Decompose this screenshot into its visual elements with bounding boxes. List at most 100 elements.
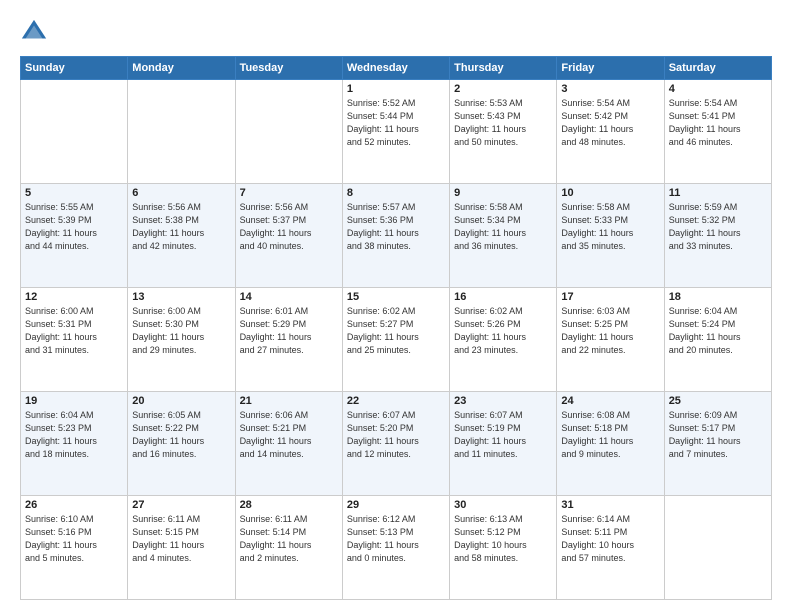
day-info: Sunrise: 6:06 AM Sunset: 5:21 PM Dayligh… xyxy=(240,409,338,461)
day-info: Sunrise: 6:10 AM Sunset: 5:16 PM Dayligh… xyxy=(25,513,123,565)
calendar-cell: 14 Sunrise: 6:01 AM Sunset: 5:29 PM Dayli… xyxy=(235,288,342,392)
calendar-cell: 3 Sunrise: 5:54 AM Sunset: 5:42 PM Daylig… xyxy=(557,80,664,184)
calendar-cell: 6 Sunrise: 5:56 AM Sunset: 5:38 PM Daylig… xyxy=(128,184,235,288)
day-info: Sunrise: 6:04 AM Sunset: 5:23 PM Dayligh… xyxy=(25,409,123,461)
weekday-header-sunday: Sunday xyxy=(21,57,128,80)
day-info: Sunrise: 5:58 AM Sunset: 5:34 PM Dayligh… xyxy=(454,201,552,253)
calendar-week-row: 12 Sunrise: 6:00 AM Sunset: 5:31 PM Dayli… xyxy=(21,288,772,392)
day-number: 2 xyxy=(454,83,552,95)
day-number: 3 xyxy=(561,83,659,95)
day-number: 17 xyxy=(561,291,659,303)
day-info: Sunrise: 5:54 AM Sunset: 5:42 PM Dayligh… xyxy=(561,97,659,149)
page: SundayMondayTuesdayWednesdayThursdayFrid… xyxy=(0,0,792,612)
calendar-cell: 31 Sunrise: 6:14 AM Sunset: 5:11 PM Dayli… xyxy=(557,496,664,600)
header xyxy=(20,18,772,46)
day-info: Sunrise: 6:00 AM Sunset: 5:31 PM Dayligh… xyxy=(25,305,123,357)
day-info: Sunrise: 6:11 AM Sunset: 5:15 PM Dayligh… xyxy=(132,513,230,565)
day-info: Sunrise: 5:57 AM Sunset: 5:36 PM Dayligh… xyxy=(347,201,445,253)
day-number: 8 xyxy=(347,187,445,199)
logo-icon xyxy=(20,18,48,46)
calendar-cell: 17 Sunrise: 6:03 AM Sunset: 5:25 PM Dayli… xyxy=(557,288,664,392)
calendar-cell xyxy=(21,80,128,184)
calendar-cell: 20Sunrise: 6:05 AM Sunset: 5:22 PM Dayli… xyxy=(128,392,235,496)
day-info: Sunrise: 5:56 AM Sunset: 5:37 PM Dayligh… xyxy=(240,201,338,253)
weekday-header-tuesday: Tuesday xyxy=(235,57,342,80)
calendar-cell: 1 Sunrise: 5:52 AM Sunset: 5:44 PM Daylig… xyxy=(342,80,449,184)
calendar-cell: 5Sunrise: 5:55 AM Sunset: 5:39 PM Daylig… xyxy=(21,184,128,288)
day-info: Sunrise: 5:56 AM Sunset: 5:38 PM Dayligh… xyxy=(132,201,230,253)
calendar-cell: 8 Sunrise: 5:57 AM Sunset: 5:36 PM Daylig… xyxy=(342,184,449,288)
calendar-cell: 18 Sunrise: 6:04 AM Sunset: 5:24 PM Dayli… xyxy=(664,288,771,392)
calendar-cell: 23 Sunrise: 6:07 AM Sunset: 5:19 PM Dayli… xyxy=(450,392,557,496)
day-info: Sunrise: 6:13 AM Sunset: 5:12 PM Dayligh… xyxy=(454,513,552,565)
calendar-cell: 25Sunrise: 6:09 AM Sunset: 5:17 PM Dayli… xyxy=(664,392,771,496)
calendar-cell: 27 Sunrise: 6:11 AM Sunset: 5:15 PM Dayli… xyxy=(128,496,235,600)
weekday-header-friday: Friday xyxy=(557,57,664,80)
day-number: 14 xyxy=(240,291,338,303)
day-number: 30 xyxy=(454,499,552,511)
day-info: Sunrise: 5:59 AM Sunset: 5:32 PM Dayligh… xyxy=(669,201,767,253)
calendar-cell xyxy=(664,496,771,600)
day-number: 4 xyxy=(669,83,767,95)
calendar-cell xyxy=(235,80,342,184)
day-info: Sunrise: 6:07 AM Sunset: 5:20 PM Dayligh… xyxy=(347,409,445,461)
calendar-cell: 21 Sunrise: 6:06 AM Sunset: 5:21 PM Dayli… xyxy=(235,392,342,496)
calendar-cell: 28Sunrise: 6:11 AM Sunset: 5:14 PM Dayli… xyxy=(235,496,342,600)
calendar-cell: 19 Sunrise: 6:04 AM Sunset: 5:23 PM Dayli… xyxy=(21,392,128,496)
day-number: 7 xyxy=(240,187,338,199)
day-number: 12 xyxy=(25,291,123,303)
day-number: 26 xyxy=(25,499,123,511)
calendar-cell xyxy=(128,80,235,184)
day-info: Sunrise: 6:07 AM Sunset: 5:19 PM Dayligh… xyxy=(454,409,552,461)
calendar-cell: 12 Sunrise: 6:00 AM Sunset: 5:31 PM Dayli… xyxy=(21,288,128,392)
calendar-table: SundayMondayTuesdayWednesdayThursdayFrid… xyxy=(20,56,772,600)
day-info: Sunrise: 5:55 AM Sunset: 5:39 PM Dayligh… xyxy=(25,201,123,253)
day-number: 31 xyxy=(561,499,659,511)
calendar-cell: 15Sunrise: 6:02 AM Sunset: 5:27 PM Dayli… xyxy=(342,288,449,392)
calendar-cell: 4Sunrise: 5:54 AM Sunset: 5:41 PM Daylig… xyxy=(664,80,771,184)
calendar-cell: 7 Sunrise: 5:56 AM Sunset: 5:37 PM Daylig… xyxy=(235,184,342,288)
day-info: Sunrise: 6:01 AM Sunset: 5:29 PM Dayligh… xyxy=(240,305,338,357)
day-number: 13 xyxy=(132,291,230,303)
day-number: 11 xyxy=(669,187,767,199)
day-number: 16 xyxy=(454,291,552,303)
calendar-cell: 30 Sunrise: 6:13 AM Sunset: 5:12 PM Dayli… xyxy=(450,496,557,600)
day-number: 6 xyxy=(132,187,230,199)
calendar-cell: 13 Sunrise: 6:00 AM Sunset: 5:30 PM Dayli… xyxy=(128,288,235,392)
day-info: Sunrise: 6:14 AM Sunset: 5:11 PM Dayligh… xyxy=(561,513,659,565)
day-number: 1 xyxy=(347,83,445,95)
calendar-cell: 26 Sunrise: 6:10 AM Sunset: 5:16 PM Dayli… xyxy=(21,496,128,600)
weekday-header-saturday: Saturday xyxy=(664,57,771,80)
calendar-week-row: 19 Sunrise: 6:04 AM Sunset: 5:23 PM Dayli… xyxy=(21,392,772,496)
calendar-cell: 9Sunrise: 5:58 AM Sunset: 5:34 PM Daylig… xyxy=(450,184,557,288)
day-number: 10 xyxy=(561,187,659,199)
day-number: 23 xyxy=(454,395,552,407)
calendar-week-row: 5Sunrise: 5:55 AM Sunset: 5:39 PM Daylig… xyxy=(21,184,772,288)
weekday-header-monday: Monday xyxy=(128,57,235,80)
day-info: Sunrise: 6:03 AM Sunset: 5:25 PM Dayligh… xyxy=(561,305,659,357)
calendar-cell: 16 Sunrise: 6:02 AM Sunset: 5:26 PM Dayli… xyxy=(450,288,557,392)
day-info: Sunrise: 6:05 AM Sunset: 5:22 PM Dayligh… xyxy=(132,409,230,461)
day-number: 22 xyxy=(347,395,445,407)
day-number: 24 xyxy=(561,395,659,407)
day-number: 21 xyxy=(240,395,338,407)
day-number: 25 xyxy=(669,395,767,407)
calendar-cell: 10 Sunrise: 5:58 AM Sunset: 5:33 PM Dayli… xyxy=(557,184,664,288)
day-info: Sunrise: 6:00 AM Sunset: 5:30 PM Dayligh… xyxy=(132,305,230,357)
day-number: 15 xyxy=(347,291,445,303)
logo xyxy=(20,18,52,46)
day-info: Sunrise: 6:02 AM Sunset: 5:26 PM Dayligh… xyxy=(454,305,552,357)
calendar-cell: 29Sunrise: 6:12 AM Sunset: 5:13 PM Dayli… xyxy=(342,496,449,600)
day-info: Sunrise: 6:04 AM Sunset: 5:24 PM Dayligh… xyxy=(669,305,767,357)
day-number: 19 xyxy=(25,395,123,407)
day-info: Sunrise: 5:52 AM Sunset: 5:44 PM Dayligh… xyxy=(347,97,445,149)
calendar-cell: 11 Sunrise: 5:59 AM Sunset: 5:32 PM Dayli… xyxy=(664,184,771,288)
day-info: Sunrise: 6:08 AM Sunset: 5:18 PM Dayligh… xyxy=(561,409,659,461)
day-info: Sunrise: 6:12 AM Sunset: 5:13 PM Dayligh… xyxy=(347,513,445,565)
day-number: 18 xyxy=(669,291,767,303)
day-number: 27 xyxy=(132,499,230,511)
day-info: Sunrise: 5:58 AM Sunset: 5:33 PM Dayligh… xyxy=(561,201,659,253)
calendar-cell: 24 Sunrise: 6:08 AM Sunset: 5:18 PM Dayli… xyxy=(557,392,664,496)
calendar-week-row: 26 Sunrise: 6:10 AM Sunset: 5:16 PM Dayli… xyxy=(21,496,772,600)
calendar-cell: 2Sunrise: 5:53 AM Sunset: 5:43 PM Daylig… xyxy=(450,80,557,184)
